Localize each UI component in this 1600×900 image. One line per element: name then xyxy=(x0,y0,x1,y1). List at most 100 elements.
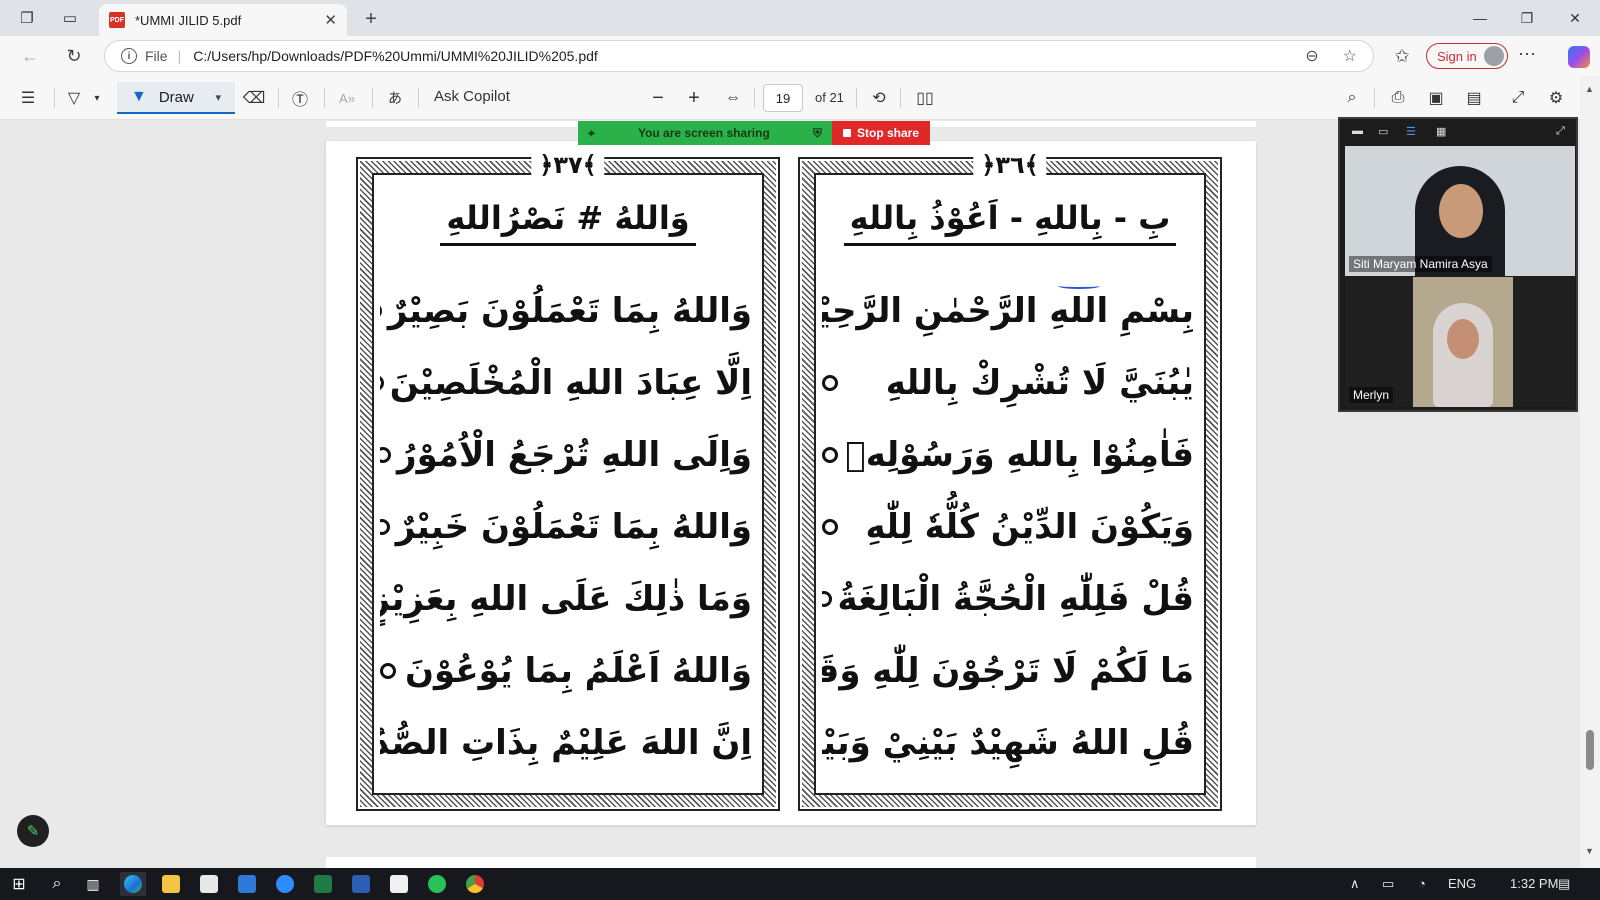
zoom-out-icon[interactable]: − xyxy=(646,86,670,110)
video-panel[interactable]: ▬ ▭ ☰ ▦ ⤢ Siti Maryam Namira Asya Merlyn xyxy=(1338,117,1578,412)
participant-face xyxy=(1439,184,1483,238)
fullscreen-icon[interactable]: ⤢ xyxy=(1506,86,1530,110)
new-tab-button[interactable]: + xyxy=(358,6,384,32)
share-pin-icon[interactable]: ⌖ xyxy=(588,126,595,141)
verse-line: وَاللهُ اَعْلَمُ بِمَا يُوْعُوْنَ xyxy=(380,635,752,707)
strip-view-icon[interactable]: ☰ xyxy=(1406,125,1416,139)
text-box-icon[interactable]: Ⓣ xyxy=(288,86,312,110)
wifi-icon[interactable]: ◔ xyxy=(1418,876,1426,891)
windows-start-icon[interactable]: ⊞ xyxy=(6,872,32,896)
zoom-in-icon[interactable]: + xyxy=(682,86,706,110)
address-bar[interactable]: i File | C:/Users/hp/Downloads/PDF%20Umm… xyxy=(104,40,1374,72)
close-tab-icon[interactable]: ✕ xyxy=(324,11,337,29)
stop-circle-icon xyxy=(380,375,384,391)
share-status-text: You are screen sharing xyxy=(637,126,770,140)
verse-list: بِسْمِ اللهِ الرَّحْمٰنِ الرَّحِيْمِ يٰب… xyxy=(822,275,1194,779)
more-icon[interactable]: ⋯ xyxy=(1518,44,1536,65)
stop-icon xyxy=(842,129,851,137)
sign-in-button[interactable]: Sign in xyxy=(1426,43,1508,69)
page-view-icon[interactable]: ▯▯ xyxy=(912,86,938,110)
page-number-label: ﴿٣٧﴾ xyxy=(531,151,605,179)
stop-circle-icon xyxy=(822,447,838,463)
save-as-icon[interactable]: ▤ xyxy=(1462,86,1486,110)
taskbar: ⊞ ⌕ ▥ ∧ ▭ ◔ ENG 1:32 PM ▤ xyxy=(0,868,1600,900)
participant-tile[interactable]: Merlyn xyxy=(1345,277,1575,407)
workspaces-icon[interactable]: ❐ xyxy=(14,6,40,30)
verse-list: وَاللهُ بِمَا تَعْمَلُوْنَ بَصِيْرٌ اِلَ… xyxy=(380,275,752,779)
share-status[interactable]: ⌖ You are screen sharing ⛨ xyxy=(578,121,832,145)
zoom-icon[interactable]: ⊖ xyxy=(1305,46,1318,66)
rotate-icon[interactable]: ⟲ xyxy=(866,86,892,110)
stop-circle-icon xyxy=(822,519,838,535)
edge-icon[interactable] xyxy=(120,872,146,896)
participant-tile[interactable]: Siti Maryam Namira Asya xyxy=(1345,146,1575,276)
stop-share-button[interactable]: Stop share xyxy=(832,121,930,145)
restore-icon[interactable]: ❐ xyxy=(1507,4,1547,32)
verse-line: وَاللهُ بِمَا تَعْمَلُوْنَ بَصِيْرٌ xyxy=(380,275,752,347)
reload-icon[interactable]: ↻ xyxy=(60,43,88,69)
verse-text: بِسْمِ اللهِ الرَّحْمٰنِ الرَّحِيْمِ xyxy=(822,291,1194,331)
pdf-file-icon: PDF xyxy=(109,12,125,28)
toolbar-divider xyxy=(54,88,55,108)
notification-icon[interactable]: ▤ xyxy=(1558,876,1570,892)
search-taskbar-icon[interactable]: ⌕ xyxy=(44,872,70,896)
language-indicator[interactable]: ENG xyxy=(1448,876,1476,891)
read-aloud-icon[interactable]: A» xyxy=(334,86,360,110)
highlight-icon[interactable]: ▽ xyxy=(62,86,86,110)
zoom-app-icon[interactable] xyxy=(272,872,298,896)
clock[interactable]: 1:32 PM xyxy=(1510,876,1558,891)
vertical-scrollbar[interactable]: ▲ ▼ xyxy=(1580,76,1600,868)
scroll-up-icon[interactable]: ▲ xyxy=(1585,84,1594,94)
tab-actions-icon[interactable]: ▭ xyxy=(57,6,83,30)
expand-video-icon[interactable]: ⤢ xyxy=(1556,125,1565,139)
tab-active-pdf[interactable]: PDF *UMMI JILID 5.pdf ✕ xyxy=(99,4,347,36)
ink-underline-annotation[interactable] xyxy=(1058,283,1100,289)
tray-chevron-icon[interactable]: ∧ xyxy=(1350,876,1360,892)
url-text[interactable]: C:/Users/hp/Downloads/PDF%20Ummi/UMMI%20… xyxy=(193,48,1281,64)
save-icon[interactable]: ▣ xyxy=(1424,86,1448,110)
scroll-thumb[interactable] xyxy=(1586,730,1594,770)
file-explorer-icon[interactable] xyxy=(158,872,184,896)
contents-icon[interactable]: ☰ xyxy=(16,86,40,110)
window-close-icon[interactable]: ✕ xyxy=(1555,4,1595,32)
whatsapp-icon[interactable] xyxy=(424,872,450,896)
verse-line: فَاٰمِنُوْا بِاللهِ وَرَسُوْلِهٖ xyxy=(822,419,1194,491)
draw-label: Draw xyxy=(158,88,194,106)
translate-icon[interactable]: あ xyxy=(382,86,408,110)
chevron-down-icon[interactable]: ▾ xyxy=(215,91,221,104)
settings-icon[interactable]: ⚙ xyxy=(1544,86,1568,110)
app-icon[interactable] xyxy=(386,872,412,896)
highlight-dropdown-icon[interactable]: ▾ xyxy=(90,86,104,110)
lesson-heading-text: بِ - بِاللهِ - اَعُوْذُ بِاللهِ xyxy=(843,199,1177,246)
favorite-star-icon[interactable]: ☆ xyxy=(1343,46,1357,66)
word-icon[interactable] xyxy=(348,872,374,896)
print-icon[interactable]: ⎙ xyxy=(1386,86,1410,110)
excel-icon[interactable] xyxy=(310,872,336,896)
search-icon[interactable]: ⌕ xyxy=(1340,86,1364,110)
toolbar-divider xyxy=(1374,88,1375,108)
ask-copilot-button[interactable]: Ask Copilot xyxy=(434,88,510,105)
total-pages-label: of 21 xyxy=(815,90,844,105)
battery-icon[interactable]: ▭ xyxy=(1382,876,1394,892)
scroll-down-icon[interactable]: ▼ xyxy=(1585,846,1594,856)
favorites-icon[interactable]: ✩ xyxy=(1388,43,1416,69)
mail-icon[interactable] xyxy=(234,872,260,896)
page-number-input[interactable]: 19 xyxy=(763,84,803,112)
speaker-view-icon[interactable]: ▭ xyxy=(1378,125,1388,139)
store-icon[interactable] xyxy=(196,872,222,896)
back-icon[interactable]: ← xyxy=(16,43,44,69)
stop-circle-icon xyxy=(380,303,382,319)
minimize-icon[interactable]: ― xyxy=(1460,4,1500,32)
fit-page-icon[interactable]: ⇔ xyxy=(720,86,746,110)
draw-button[interactable]: ▼ Draw ▾ xyxy=(117,82,235,114)
eraser-icon[interactable]: ⌫ xyxy=(242,86,266,110)
gallery-view-icon[interactable]: ▦ xyxy=(1436,125,1446,139)
edit-icon[interactable]: ✎ xyxy=(17,815,49,847)
copilot-icon[interactable] xyxy=(1568,46,1590,68)
info-icon[interactable]: i xyxy=(121,48,137,64)
toolbar-divider xyxy=(278,88,279,108)
task-view-icon[interactable]: ▥ xyxy=(80,872,106,896)
minimize-video-icon[interactable]: ▬ xyxy=(1352,125,1363,139)
chrome-icon[interactable] xyxy=(462,872,488,896)
verse-line: وَمَا ذٰلِكَ عَلَى اللهِ بِعَزِيْزٍ xyxy=(380,563,752,635)
